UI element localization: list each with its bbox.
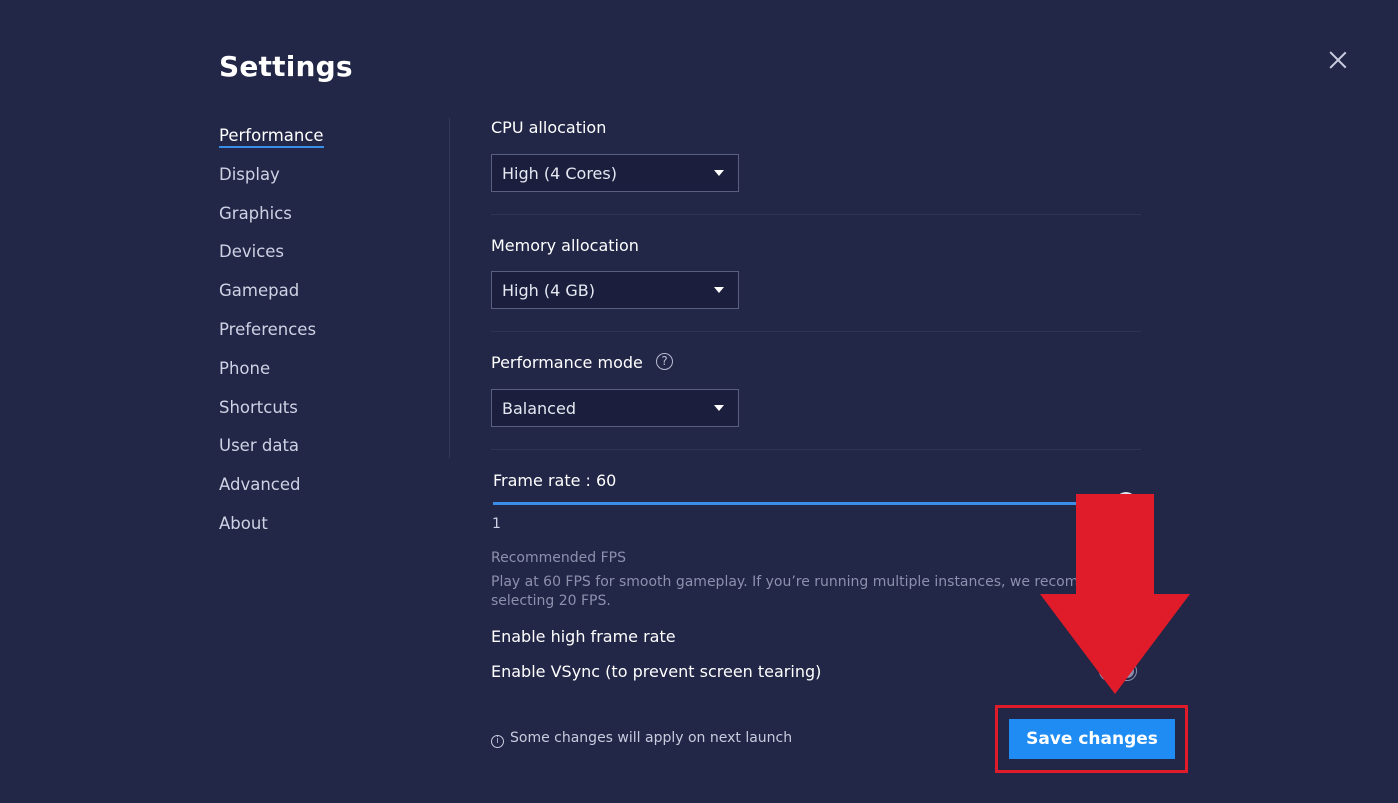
recommended-fps-text-2: selecting 20 FPS. xyxy=(491,593,611,609)
save-changes-button[interactable]: Save changes xyxy=(1009,719,1175,759)
vsync-toggle[interactable] xyxy=(1099,661,1137,681)
sidebar-item-advanced[interactable]: Advanced xyxy=(219,473,324,512)
sidebar-item-label: About xyxy=(219,513,268,533)
settings-sidebar: Performance Display Graphics Devices Gam… xyxy=(219,124,324,551)
sidebar-item-label: Preferences xyxy=(219,319,317,339)
performance-mode-label: Performance mode xyxy=(491,353,643,372)
sidebar-item-label: Shortcuts xyxy=(219,397,298,417)
section-divider xyxy=(491,214,1141,215)
page-title: Settings xyxy=(219,50,353,83)
sidebar-item-shortcuts[interactable]: Shortcuts xyxy=(219,396,324,435)
sidebar-item-label: Phone xyxy=(219,358,271,378)
cpu-allocation-value: High (4 Cores) xyxy=(502,164,617,183)
help-icon[interactable]: ? xyxy=(656,353,673,370)
sidebar-item-user-data[interactable]: User data xyxy=(219,434,324,473)
vsync-label: Enable VSync (to prevent screen tearing) xyxy=(491,662,822,681)
caret-down-icon xyxy=(714,405,724,411)
cpu-allocation-dropdown[interactable]: High (4 Cores) xyxy=(491,154,739,192)
sidebar-item-about[interactable]: About xyxy=(219,512,324,551)
sidebar-divider xyxy=(449,118,450,458)
sidebar-item-gamepad[interactable]: Gamepad xyxy=(219,279,324,318)
sidebar-item-label: Advanced xyxy=(219,475,301,495)
caret-down-icon xyxy=(714,287,724,293)
sidebar-item-devices[interactable]: Devices xyxy=(219,240,324,279)
memory-allocation-label: Memory allocation xyxy=(491,236,639,255)
frame-rate-label: Frame rate : 60 xyxy=(493,471,617,490)
sidebar-item-performance[interactable]: Performance xyxy=(219,124,324,163)
cpu-allocation-label: CPU allocation xyxy=(491,118,607,137)
toggle-knob xyxy=(1120,629,1134,643)
memory-allocation-value: High (4 GB) xyxy=(502,281,595,300)
info-icon: i xyxy=(491,735,504,748)
sidebar-item-graphics[interactable]: Graphics xyxy=(219,202,324,241)
toggle-knob xyxy=(1120,664,1134,678)
high-frame-rate-label: Enable high frame rate xyxy=(491,627,676,646)
frame-rate-slider-handle[interactable] xyxy=(1115,492,1137,514)
recommended-fps-title: Recommended FPS xyxy=(491,550,626,566)
restart-note-text: Some changes will apply on next launch xyxy=(510,730,793,746)
frame-rate-min-label: 1 xyxy=(492,516,501,532)
recommended-fps-text-1: Play at 60 FPS for smooth gameplay. If y… xyxy=(491,574,1093,590)
frame-rate-slider-track[interactable] xyxy=(493,502,1123,505)
sidebar-item-phone[interactable]: Phone xyxy=(219,357,324,396)
sidebar-item-label: Graphics xyxy=(219,203,292,223)
sidebar-item-label: User data xyxy=(219,436,300,456)
sidebar-item-preferences[interactable]: Preferences xyxy=(219,318,324,357)
memory-allocation-dropdown[interactable]: High (4 GB) xyxy=(491,271,739,309)
sidebar-item-display[interactable]: Display xyxy=(219,163,324,202)
sidebar-item-label: Performance xyxy=(219,126,324,148)
high-frame-rate-toggle[interactable] xyxy=(1099,626,1137,646)
restart-note: i Some changes will apply on next launch xyxy=(491,730,792,748)
performance-mode-value: Balanced xyxy=(502,399,576,418)
sidebar-item-label: Display xyxy=(219,164,280,184)
close-icon[interactable] xyxy=(1326,48,1350,72)
performance-mode-dropdown[interactable]: Balanced xyxy=(491,389,739,427)
section-divider xyxy=(491,331,1141,332)
caret-down-icon xyxy=(714,170,724,176)
sidebar-item-label: Gamepad xyxy=(219,281,300,301)
sidebar-item-label: Devices xyxy=(219,242,285,262)
section-divider xyxy=(491,449,1141,450)
